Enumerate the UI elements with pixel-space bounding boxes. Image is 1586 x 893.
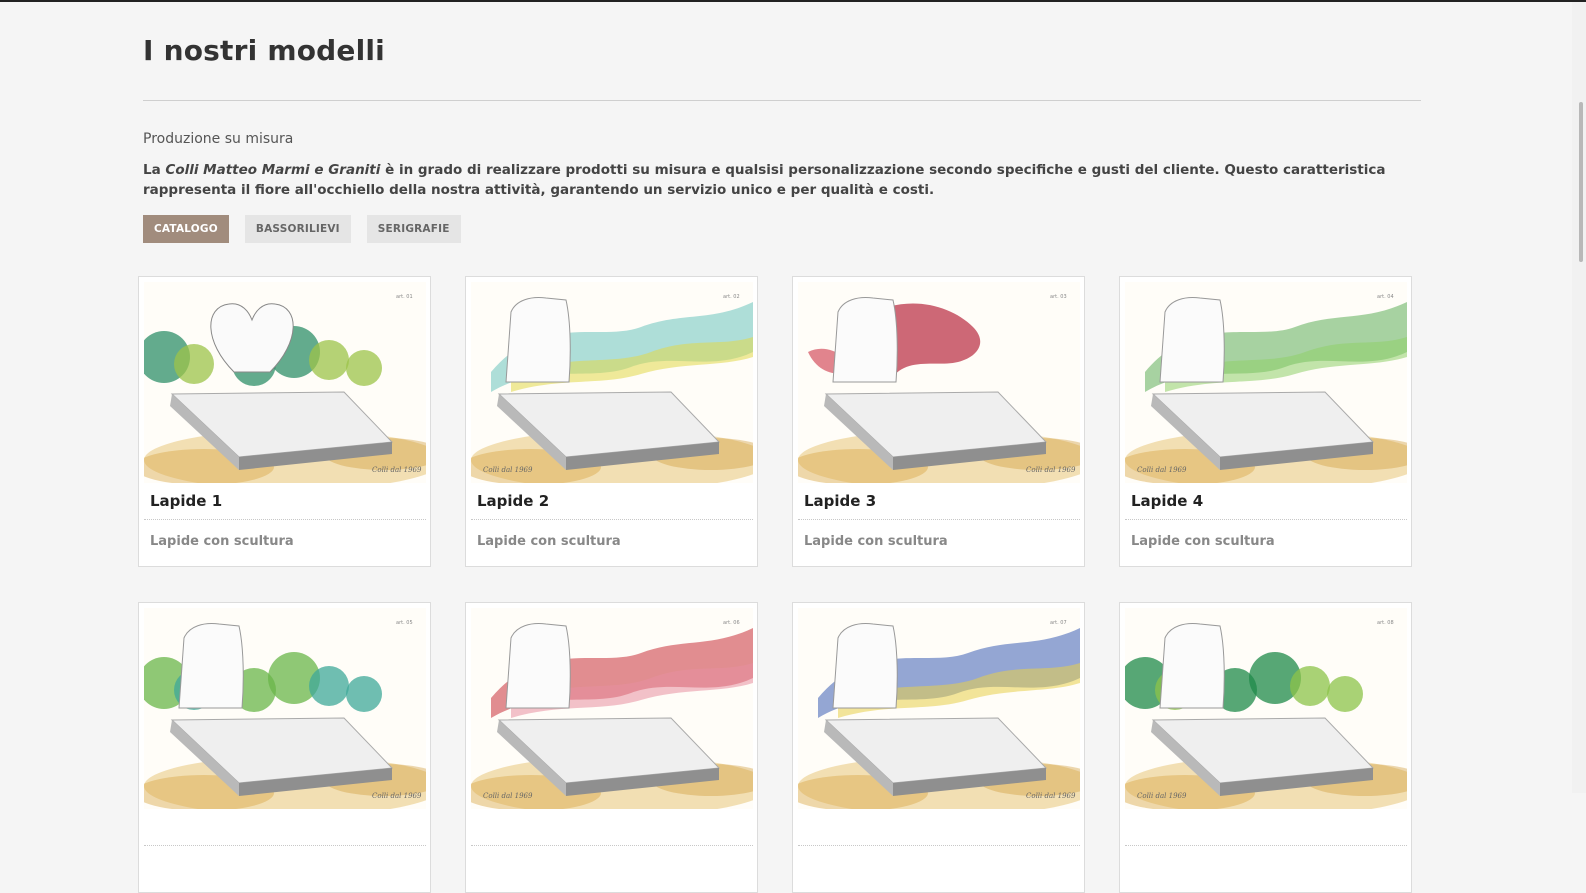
signature: Colli dal 1969 xyxy=(483,792,533,800)
scrollbar-thumb[interactable] xyxy=(1579,102,1583,262)
card-separator xyxy=(144,519,426,520)
filter-bassorilievi-button[interactable]: BASSORILIEVI xyxy=(244,215,351,243)
card-separator xyxy=(798,519,1080,520)
card-separator xyxy=(144,845,426,846)
product-name[interactable]: Lapide 4 xyxy=(1131,492,1203,510)
product-image[interactable]: art. 04 Colli dal 1969 xyxy=(1125,282,1407,483)
product-name[interactable]: Lapide 3 xyxy=(804,492,876,510)
card-separator xyxy=(1125,519,1407,520)
scrollbar[interactable] xyxy=(1572,2,1586,793)
product-description: Lapide con scultura xyxy=(150,534,294,549)
product-image[interactable]: art. 05 Colli dal 1969 xyxy=(144,608,426,809)
card-separator xyxy=(471,845,753,846)
top-border xyxy=(0,0,1586,2)
filter-serigrafie-button[interactable]: SERIGRAFIE xyxy=(366,215,461,243)
product-image[interactable]: art. 03 Colli dal 1969 xyxy=(798,282,1080,483)
product-card[interactable]: art. 03 Colli dal 1969 Lapide 3 Lapide con … xyxy=(792,276,1085,567)
article-number: art. 01 xyxy=(396,294,413,300)
signature: Colli dal 1969 xyxy=(1026,792,1076,800)
product-description: Lapide con scultura xyxy=(804,534,948,549)
product-card[interactable]: art. 06 Colli dal 1969 xyxy=(465,602,758,893)
section-subtitle: Produzione su misura xyxy=(143,131,294,147)
product-description: Lapide con scultura xyxy=(477,534,621,549)
article-number: art. 03 xyxy=(1050,294,1067,300)
filter-catalogo-button[interactable]: CATALOGO xyxy=(143,215,229,243)
signature: Colli dal 1969 xyxy=(372,792,422,800)
article-number: art. 08 xyxy=(1377,620,1394,626)
signature: Colli dal 1969 xyxy=(1137,466,1187,474)
title-divider xyxy=(143,100,1421,101)
signature: Colli dal 1969 xyxy=(1026,466,1076,474)
intro-text: La Colli Matteo Marmi e Graniti è in gra… xyxy=(143,162,1386,198)
product-image[interactable]: art. 07 Colli dal 1969 xyxy=(798,608,1080,809)
product-name[interactable]: Lapide 2 xyxy=(477,492,549,510)
signature: Colli dal 1969 xyxy=(1137,792,1187,800)
article-number: art. 02 xyxy=(723,294,740,300)
article-number: art. 07 xyxy=(1050,620,1067,626)
product-image[interactable]: art. 08 Colli dal 1969 xyxy=(1125,608,1407,809)
product-card[interactable]: art. 05 Colli dal 1969 xyxy=(138,602,431,893)
filter-bar: CATALOGO BASSORILIEVI SERIGRAFIE xyxy=(143,215,461,243)
company-name: Colli Matteo Marmi e Graniti xyxy=(165,162,381,178)
card-separator xyxy=(798,845,1080,846)
signature: Colli dal 1969 xyxy=(372,466,422,474)
article-number: art. 05 xyxy=(396,620,413,626)
card-separator xyxy=(471,519,753,520)
product-description: Lapide con scultura xyxy=(1131,534,1275,549)
card-separator xyxy=(1125,845,1407,846)
product-card[interactable]: art. 08 Colli dal 1969 xyxy=(1119,602,1412,893)
product-card[interactable]: art. 04 Colli dal 1969 Lapide 4 Lapide con … xyxy=(1119,276,1412,567)
product-name[interactable]: Lapide 1 xyxy=(150,492,222,510)
product-image[interactable]: art. 01 Colli dal 1969 xyxy=(144,282,426,483)
product-image[interactable]: art. 06 Colli dal 1969 xyxy=(471,608,753,809)
page-title: I nostri modelli xyxy=(143,34,385,67)
product-card[interactable]: art. 07 Colli dal 1969 xyxy=(792,602,1085,893)
product-card[interactable]: art. 02 Colli dal 1969 Lapide 2 Lapide con … xyxy=(465,276,758,567)
signature: Colli dal 1969 xyxy=(483,466,533,474)
product-image[interactable]: art. 02 Colli dal 1969 xyxy=(471,282,753,483)
article-number: art. 04 xyxy=(1377,294,1394,300)
article-number: art. 06 xyxy=(723,620,740,626)
product-card[interactable]: art. 01 Colli dal 1969 Lapide 1 Lapide con … xyxy=(138,276,431,567)
